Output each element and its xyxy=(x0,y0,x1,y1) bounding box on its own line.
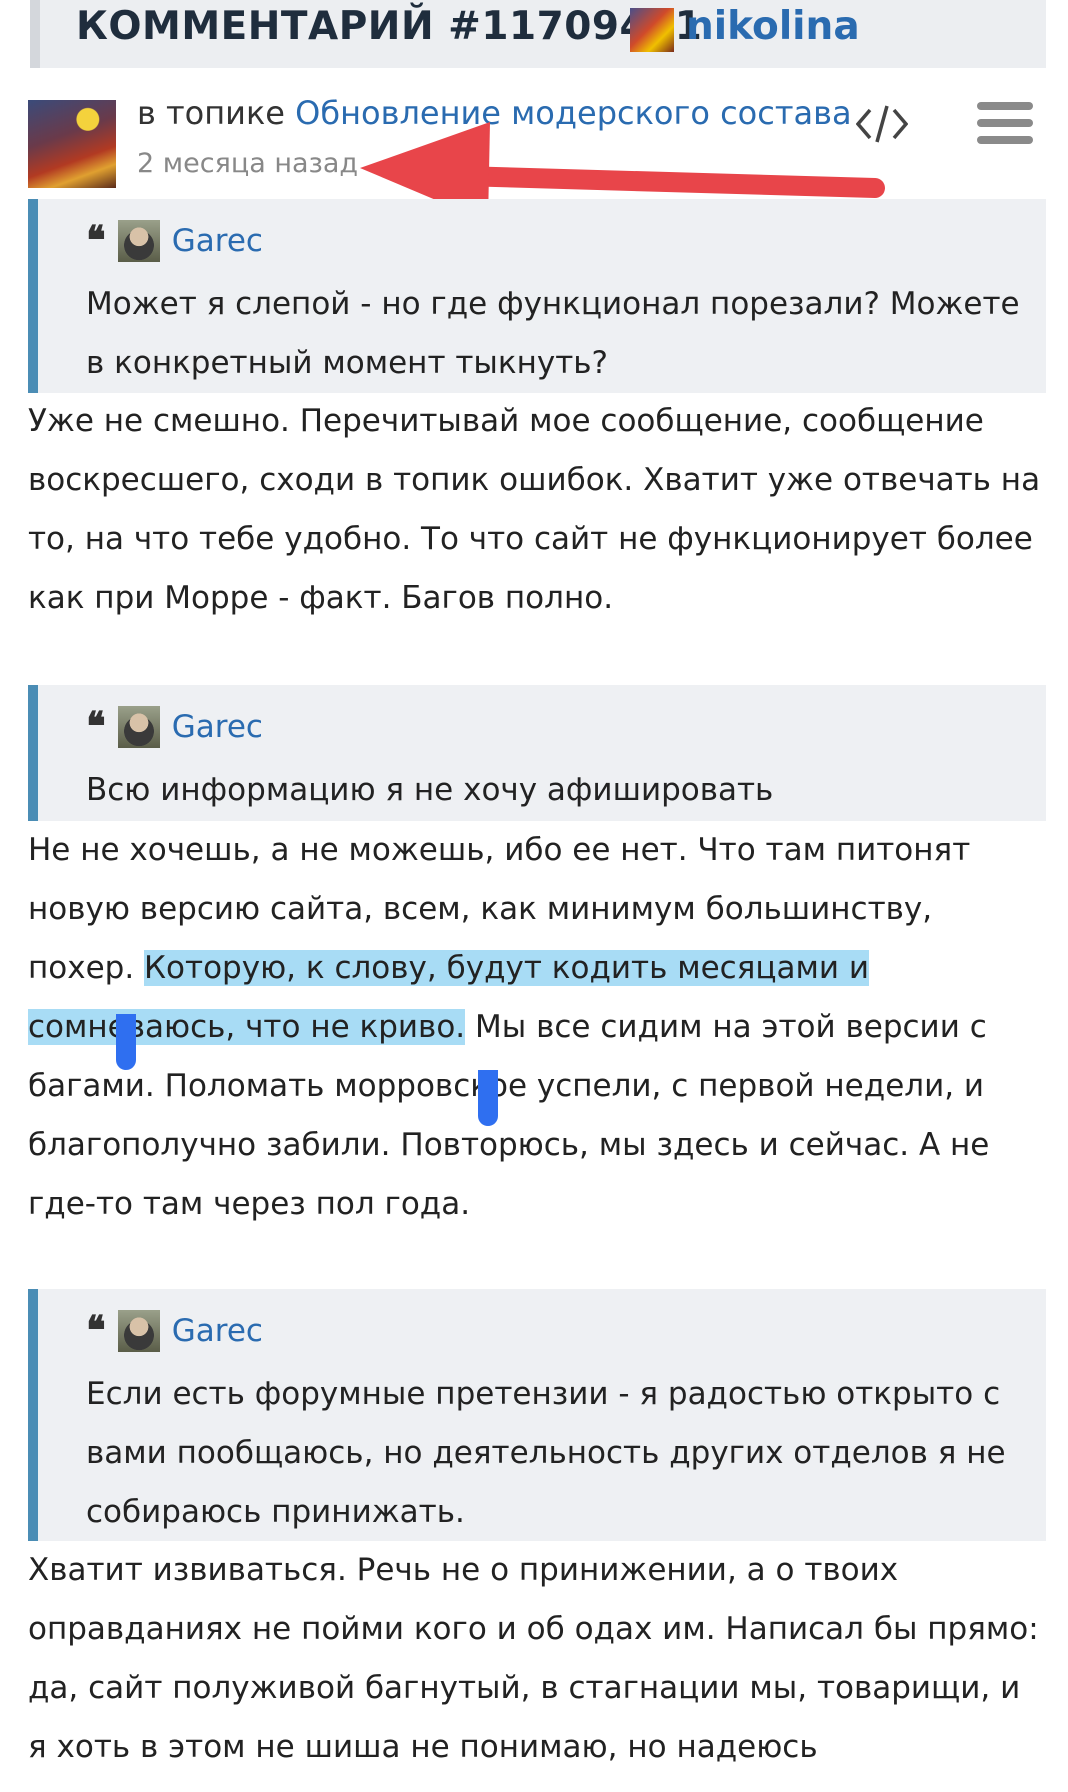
quote-mark-icon: ❛❛ xyxy=(86,1307,106,1354)
quote-mark-icon: ❛❛ xyxy=(86,217,106,264)
reply-text: Уже не смешно. Перечитывай мое сообщение… xyxy=(28,403,1041,616)
quote-block: ❛❛ Garec Если есть форумные претензии - … xyxy=(28,1289,1046,1541)
author-avatar[interactable] xyxy=(28,100,116,188)
hamburger-menu-icon[interactable] xyxy=(975,100,1035,146)
author-avatar-small[interactable] xyxy=(630,8,674,52)
quote-header: ❛❛ Garec xyxy=(86,219,263,263)
quote-text: Может я слепой - но где функционал порез… xyxy=(86,286,1020,381)
selection-start-handle[interactable] xyxy=(116,1014,136,1070)
topic-prefix: в топике xyxy=(137,94,285,132)
quote-author-avatar[interactable] xyxy=(117,220,160,262)
quote-block: ❛❛ Garec Может я слепой - но где функцио… xyxy=(28,199,1046,393)
quote-mark-icon: ❛❛ xyxy=(86,703,106,750)
quote-header: ❛❛ Garec xyxy=(86,1309,263,1353)
comment-title: КОММЕНТАРИЙ #11709451 xyxy=(76,4,703,49)
quote-header: ❛❛ Garec xyxy=(86,705,263,749)
comment-header: КОММЕНТАРИЙ #11709451 xyxy=(30,0,1046,68)
quote-text: Всю информацию я не хочу афишировать xyxy=(86,772,774,808)
quote-author-link[interactable]: Garec xyxy=(172,709,263,745)
author-username-link[interactable]: nikolina xyxy=(686,4,860,49)
quote-author-link[interactable]: Garec xyxy=(172,1313,263,1349)
quote-text: Если есть форумные претензии - я радость… xyxy=(86,1376,1006,1530)
comment-timestamp[interactable]: 2 месяца назад xyxy=(137,148,358,179)
quote-block: ❛❛ Garec Всю информацию я не хочу афишир… xyxy=(28,685,1046,821)
selection-end-handle[interactable] xyxy=(478,1070,498,1126)
reply-text: Не не хочешь, а не можешь, ибо ее нет. Ч… xyxy=(28,821,1046,1234)
quote-author-link[interactable]: Garec xyxy=(172,223,263,259)
reply-text: Хватит извиваться. Речь не о принижении,… xyxy=(28,1552,1039,1765)
quote-author-avatar[interactable] xyxy=(117,1310,160,1352)
quote-author-avatar[interactable] xyxy=(117,706,160,748)
